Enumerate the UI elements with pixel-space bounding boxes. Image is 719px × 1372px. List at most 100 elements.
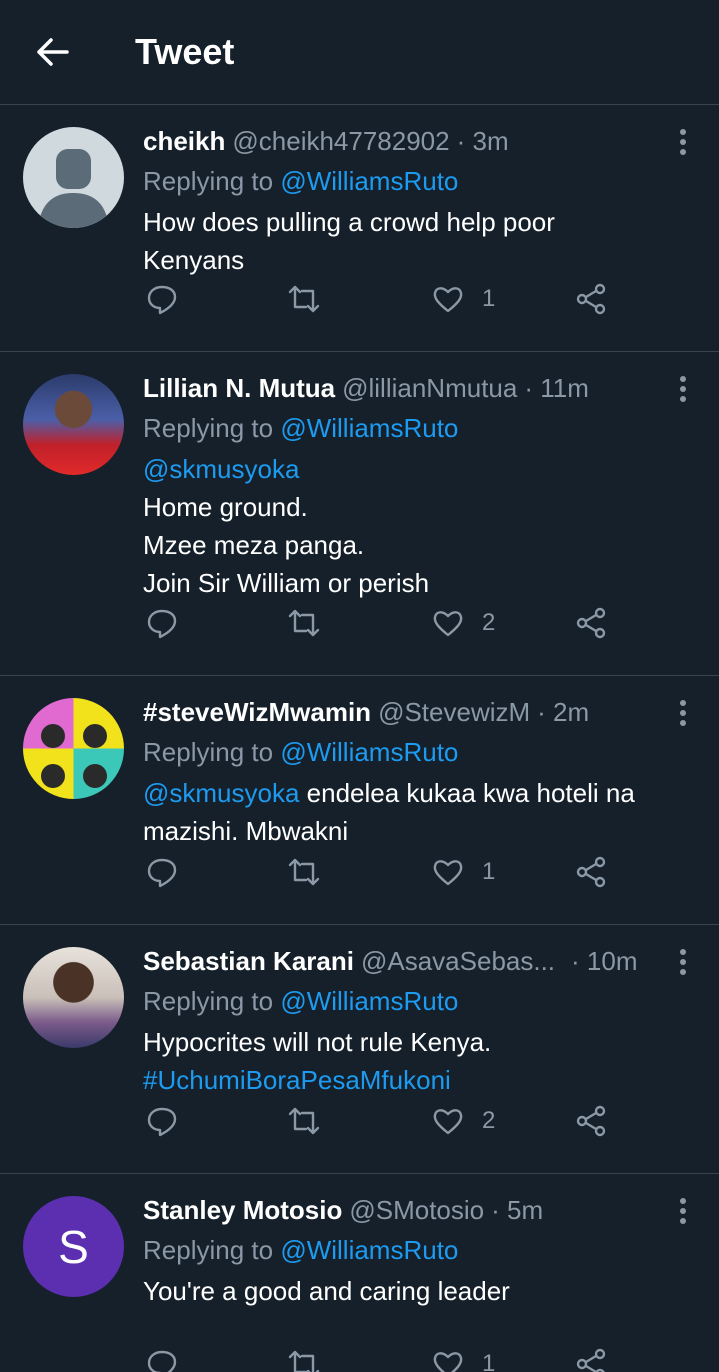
like-button[interactable]: 1: [432, 1348, 495, 1372]
reply-icon: [147, 609, 177, 639]
share-icon: [576, 1105, 606, 1137]
replying-to: Replying to @WilliamsRuto: [143, 983, 689, 1019]
mention-link[interactable]: @skmusyoka: [143, 778, 299, 808]
user-handle[interactable]: @lillianNmutua: [342, 370, 517, 406]
reply-mention-link[interactable]: @WilliamsRuto: [280, 166, 458, 196]
back-arrow-icon[interactable]: [22, 22, 82, 82]
like-button[interactable]: 1: [432, 856, 495, 888]
tweet-actions: 1: [0, 844, 719, 924]
tweet[interactable]: Sebastian Karani @AsavaSebas... · 10m Re…: [0, 925, 719, 1174]
heart-icon: [433, 1109, 463, 1135]
text-fragment: endelea kukaa kwa hoteli na: [306, 778, 635, 808]
replying-to: Replying to @WilliamsRuto: [143, 163, 689, 199]
reply-mention-link[interactable]: @WilliamsRuto: [280, 737, 458, 767]
timestamp: · 3m: [456, 126, 509, 156]
heart-icon: [433, 1352, 463, 1372]
like-count: 1: [482, 858, 496, 885]
display-name[interactable]: #steveWizMwamin: [143, 694, 371, 730]
reply-mention-link[interactable]: @WilliamsRuto: [280, 986, 458, 1016]
letter-avatar[interactable]: S: [23, 1196, 124, 1297]
more-options-icon[interactable]: [677, 698, 689, 728]
reply-icon: [147, 1107, 177, 1137]
mention-link[interactable]: @skmusyoka: [143, 450, 689, 488]
share-button[interactable]: [576, 1105, 608, 1137]
like-count: 2: [482, 609, 496, 636]
tweet-text: Hypocrites will not rule Kenya. #UchumiB…: [143, 1023, 689, 1099]
text-line: Home ground.: [143, 492, 308, 522]
replying-to-label: Replying to: [143, 166, 274, 196]
timestamp: · 11m: [524, 373, 589, 403]
reply-icon: [147, 285, 177, 315]
tweet-header: Stanley Motosio @SMotosio · 5m: [143, 1192, 689, 1228]
tweet-text: @skmusyoka Home ground. Mzee meza panga.…: [143, 450, 689, 602]
reply-mention-link[interactable]: @WilliamsRuto: [280, 413, 458, 443]
reply-button[interactable]: [146, 607, 178, 639]
pop-art-avatar[interactable]: [23, 698, 124, 799]
retweet-button[interactable]: [288, 283, 320, 315]
share-icon: [576, 607, 606, 639]
text-line: You're a good and caring leader: [143, 1276, 510, 1306]
share-button[interactable]: [576, 856, 608, 888]
tweet-actions: 1: [0, 1338, 719, 1372]
more-options-icon[interactable]: [677, 127, 689, 157]
tweet[interactable]: Lillian N. Mutua @lillianNmutua · 11m Re…: [0, 352, 719, 676]
photo-avatar[interactable]: [23, 947, 124, 1048]
reply-button[interactable]: [146, 856, 178, 888]
heart-icon: [433, 860, 463, 886]
text-line: Mzee meza panga.: [143, 530, 365, 560]
display-name[interactable]: Sebastian Karani: [143, 943, 354, 979]
timestamp: · 2m: [537, 697, 590, 727]
default-avatar[interactable]: [23, 127, 124, 228]
more-options-icon[interactable]: [677, 947, 689, 977]
display-name[interactable]: Lillian N. Mutua: [143, 370, 335, 406]
like-button[interactable]: 2: [432, 1105, 495, 1137]
display-name[interactable]: cheikh: [143, 123, 225, 159]
retweet-button[interactable]: [288, 1105, 320, 1137]
tweet-header: Sebastian Karani @AsavaSebas... · 10m: [143, 943, 689, 979]
more-options-icon[interactable]: [677, 1196, 689, 1226]
retweet-icon: [288, 1350, 320, 1372]
user-handle[interactable]: @AsavaSebas...: [361, 943, 555, 979]
text-line: How does pulling a crowd help poor: [143, 207, 555, 237]
top-bar: Tweet: [0, 0, 719, 105]
like-button[interactable]: 2: [432, 607, 495, 639]
tweet-text: How does pulling a crowd help poor Kenya…: [143, 203, 689, 279]
like-count: 1: [482, 1350, 496, 1372]
photo-avatar[interactable]: [23, 374, 124, 475]
reply-button[interactable]: [146, 1348, 178, 1372]
user-handle[interactable]: @SMotosio: [349, 1192, 484, 1228]
tweet-actions: 2: [0, 595, 719, 675]
share-button[interactable]: [576, 607, 608, 639]
reply-button[interactable]: [146, 1105, 178, 1137]
like-count: 2: [482, 1107, 496, 1134]
reply-mention-link[interactable]: @WilliamsRuto: [280, 1235, 458, 1265]
user-handle[interactable]: @StevewizM: [378, 694, 530, 730]
retweet-icon: [288, 285, 320, 313]
tweet[interactable]: S Stanley Motosio @SMotosio · 5m Replyin…: [0, 1174, 719, 1372]
timestamp: · 5m: [491, 1195, 544, 1225]
retweet-button[interactable]: [288, 856, 320, 888]
retweet-button[interactable]: [288, 607, 320, 639]
heart-icon: [433, 611, 463, 637]
tweet[interactable]: #steveWizMwamin @StevewizM · 2m Replying…: [0, 676, 719, 925]
replying-to-label: Replying to: [143, 737, 274, 767]
tweet-actions: 1: [0, 271, 719, 351]
display-name[interactable]: Stanley Motosio: [143, 1192, 342, 1228]
reply-icon: [147, 1350, 177, 1372]
reply-button[interactable]: [146, 283, 178, 315]
like-button[interactable]: 1: [432, 283, 495, 315]
retweet-button[interactable]: [288, 1348, 320, 1372]
more-options-icon[interactable]: [677, 374, 689, 404]
user-handle[interactable]: @cheikh47782902: [232, 123, 449, 159]
replying-to: Replying to @WilliamsRuto: [143, 1232, 689, 1268]
page-title: Tweet: [135, 31, 235, 72]
tweet-text: @skmusyoka endelea kukaa kwa hoteli na m…: [143, 774, 689, 850]
tweet[interactable]: cheikh @cheikh47782902 · 3m Replying to …: [0, 105, 719, 352]
tweet-actions: 2: [0, 1093, 719, 1173]
share-button[interactable]: [576, 1348, 608, 1372]
retweet-icon: [288, 1107, 320, 1135]
share-icon: [576, 1348, 606, 1372]
share-button[interactable]: [576, 283, 608, 315]
like-count: 1: [482, 285, 496, 312]
text-line: @skmusyoka endelea kukaa kwa hoteli na: [143, 774, 689, 812]
